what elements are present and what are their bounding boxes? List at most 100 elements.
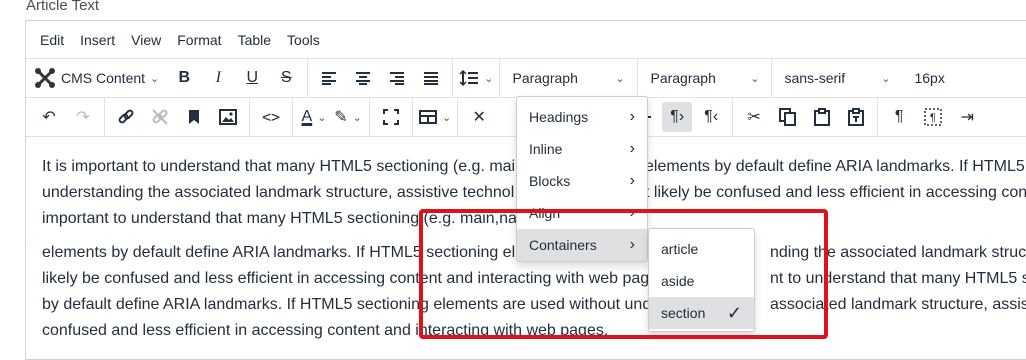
- clear-format-icon[interactable]: ✕: [464, 102, 494, 132]
- menu-insert[interactable]: Insert: [72, 26, 123, 54]
- menu-table[interactable]: Table: [230, 26, 279, 54]
- image-icon[interactable]: [213, 102, 243, 132]
- font-family-select[interactable]: sans-serif ⌄: [776, 63, 898, 93]
- align-right-icon[interactable]: [382, 63, 412, 93]
- history-group: ↶ ↷: [26, 98, 105, 136]
- style-format-group: Paragraph ⌄: [638, 59, 773, 97]
- strikethrough-button[interactable]: S: [271, 63, 301, 93]
- text-color-icon[interactable]: A ⌄: [299, 102, 329, 132]
- menu-format[interactable]: Format: [169, 26, 229, 54]
- chevron-down-icon: ⌄: [615, 72, 625, 85]
- menu-item-inline[interactable]: Inline ›: [517, 133, 647, 165]
- p2-line1b: nding the associated landmark structu: [770, 244, 1026, 261]
- p1-line1a: It is important to understand that many …: [42, 158, 529, 175]
- menu-item-label: Inline: [529, 141, 563, 157]
- chevron-right-icon: ›: [629, 236, 635, 253]
- table-group: ⌄: [413, 98, 459, 136]
- chevron-down-icon: ⌄: [352, 111, 362, 124]
- menu-view[interactable]: View: [123, 26, 169, 54]
- copy-icon[interactable]: [773, 102, 803, 132]
- chevron-down-icon: ⌄: [317, 111, 327, 124]
- chevron-down-icon: ⌄: [484, 72, 494, 85]
- justify-icon[interactable]: [416, 63, 446, 93]
- font-size-group: 16px: [902, 59, 956, 97]
- p1-line2b: t likely be confused and less efficient …: [645, 184, 1026, 201]
- underline-button[interactable]: U: [237, 63, 267, 93]
- align-left-icon[interactable]: [314, 63, 344, 93]
- align-center-icon[interactable]: [348, 63, 378, 93]
- submenu-item-article[interactable]: article: [649, 233, 754, 265]
- visual-blocks-icon[interactable]: ¶: [918, 102, 948, 132]
- submenu-item-label: article: [661, 241, 699, 257]
- line-height-group: ⌄: [453, 59, 501, 97]
- font-size-select[interactable]: 16px: [906, 63, 952, 93]
- style-format-value: Paragraph: [650, 70, 716, 86]
- submenu-item-section[interactable]: section ✓: [649, 297, 754, 329]
- menu-tools[interactable]: Tools: [279, 26, 328, 54]
- highlight-color-icon[interactable]: ✎ ⌄: [333, 102, 363, 132]
- p2-line3b: associated landmark structure, assistiv: [770, 296, 1026, 313]
- insert-group: [105, 98, 250, 136]
- block-format-value: Paragraph: [512, 70, 578, 86]
- visual-group: ¶ ¶ ⇥: [878, 98, 988, 136]
- joomla-icon: [34, 67, 56, 89]
- p1-line3: important to understand that many HTML5 …: [42, 210, 517, 227]
- font-family-group: sans-serif ⌄: [772, 59, 902, 97]
- menu-item-headings[interactable]: Headings ›: [517, 101, 647, 133]
- fullscreen-icon[interactable]: [376, 102, 406, 132]
- code-icon[interactable]: <>: [256, 102, 286, 132]
- p2-line4: confused and less efficient in accessing…: [42, 322, 609, 339]
- show-blocks-pilcrow-icon[interactable]: ¶: [884, 102, 914, 132]
- menu-item-align[interactable]: Align ›: [517, 197, 647, 229]
- chevron-down-icon: ⌄: [881, 72, 891, 85]
- p2-line2b: nt to understand that many HTML5 sec: [770, 270, 1026, 287]
- submenu-item-label: aside: [661, 273, 695, 289]
- menu-item-label: Align: [529, 205, 561, 221]
- code-group: <>: [250, 98, 293, 136]
- p1-line2a: understanding the associated landmark st…: [42, 184, 515, 201]
- block-format-group: Paragraph ⌄: [500, 59, 639, 97]
- style-format-select[interactable]: Paragraph ⌄: [642, 63, 767, 93]
- line-height-icon[interactable]: ⌄: [459, 63, 493, 93]
- fullscreen-group: [370, 98, 413, 136]
- p2-line3a: by default define ARIA landmarks. If HTM…: [42, 296, 652, 313]
- clipboard-group: ✂: [733, 98, 879, 136]
- field-label: Article Text: [26, 0, 100, 14]
- submenu-item-label: section: [661, 305, 706, 321]
- bold-button[interactable]: B: [169, 63, 199, 93]
- link-icon[interactable]: [111, 102, 141, 132]
- table-icon[interactable]: ⌄: [419, 102, 451, 132]
- undo-icon[interactable]: ↶: [34, 102, 64, 132]
- toolbar-primary: CMS Content ⌄ B I U S ⌄ Paragraph ⌄ Parag…: [26, 59, 1026, 98]
- cms-content-button[interactable]: CMS Content ⌄: [32, 63, 167, 93]
- chevron-right-icon: ›: [629, 172, 635, 189]
- cms-content-label: CMS Content: [61, 70, 146, 86]
- italic-button[interactable]: I: [203, 63, 233, 93]
- bookmark-icon[interactable]: [179, 102, 209, 132]
- rtl-icon[interactable]: ¶‹: [696, 102, 726, 132]
- menu-edit[interactable]: Edit: [32, 26, 72, 54]
- font-family-value: sans-serif: [784, 70, 846, 86]
- submenu-item-aside[interactable]: aside: [649, 265, 754, 297]
- chevron-right-icon: ›: [629, 204, 635, 221]
- unlink-icon[interactable]: [145, 102, 175, 132]
- color-group: A ⌄ ✎ ⌄: [293, 98, 370, 136]
- redo-icon[interactable]: ↷: [68, 102, 98, 132]
- menu-item-blocks[interactable]: Blocks ›: [517, 165, 647, 197]
- more-icon[interactable]: ⇥: [952, 102, 982, 132]
- chevron-right-icon: ›: [629, 140, 635, 157]
- menu-item-containers[interactable]: Containers ›: [517, 229, 647, 261]
- chevron-down-icon: ⌄: [150, 72, 160, 85]
- chevron-down-icon: ⌄: [750, 72, 760, 85]
- block-format-select[interactable]: Paragraph ⌄: [504, 63, 632, 93]
- font-size-value: 16px: [914, 70, 945, 86]
- checkmark-icon: ✓: [726, 302, 742, 323]
- paste-text-icon[interactable]: [841, 102, 871, 132]
- paste-icon[interactable]: [807, 102, 837, 132]
- ltr-icon[interactable]: ¶›: [662, 102, 693, 132]
- cms-group: CMS Content ⌄ B I U S: [26, 59, 309, 97]
- cut-icon[interactable]: ✂: [739, 102, 769, 132]
- menu-item-label: Containers: [529, 237, 597, 253]
- containers-submenu: article aside section ✓: [648, 228, 755, 332]
- editor-menubar: Edit Insert View Format Table Tools: [26, 21, 1026, 59]
